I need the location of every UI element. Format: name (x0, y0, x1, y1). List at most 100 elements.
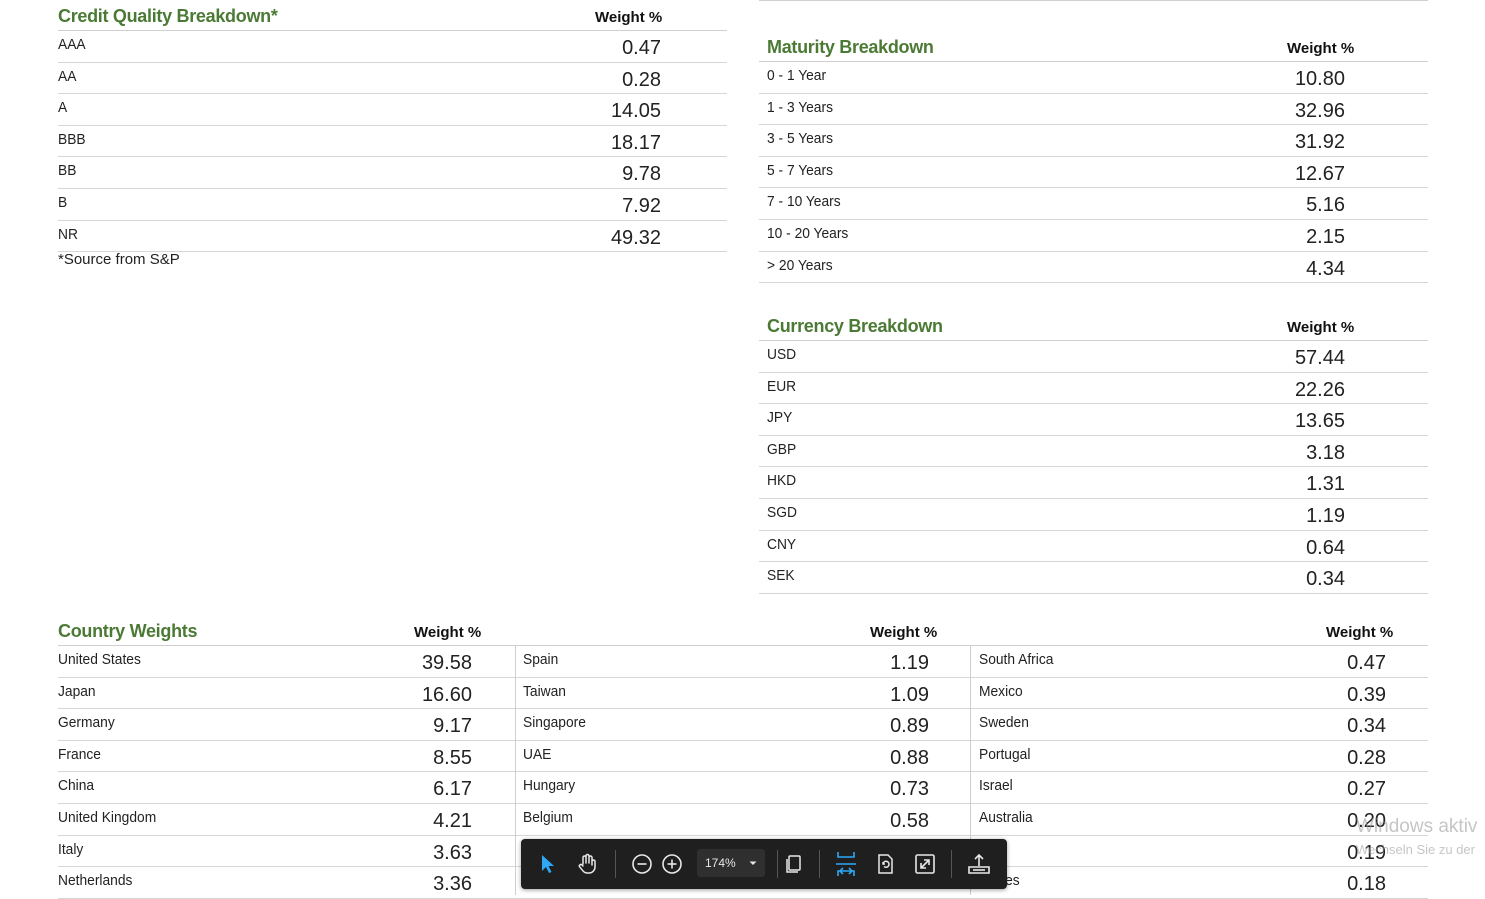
page-copy-icon[interactable] (778, 849, 808, 879)
select-cursor-icon[interactable] (533, 849, 563, 879)
row-value: 7.92 (622, 194, 661, 217)
row-value: 0.34 (1347, 715, 1386, 738)
row-value: 0.39 (1347, 683, 1386, 706)
weight-header: Weight % (1287, 40, 1355, 57)
row-label: AA (58, 67, 77, 85)
export-tray-icon[interactable] (964, 849, 994, 879)
table-row: United Kingdom 4.21 (58, 804, 515, 836)
row-label: B (58, 193, 68, 211)
row-label: Germany (58, 714, 115, 732)
table-row: Taiwan 1.09 (515, 678, 971, 710)
rotate-page-icon[interactable] (870, 849, 900, 879)
table-row: China 6.17 (58, 772, 515, 804)
row-label: 7 - 10 Years (767, 193, 841, 211)
zoom-in-icon[interactable] (657, 849, 687, 879)
row-value: 14.05 (610, 100, 661, 123)
weight-header: Weight % (870, 624, 938, 641)
row-value: 4.21 (433, 809, 472, 832)
row-value: 9.78 (622, 163, 661, 186)
row-value: 13.65 (1294, 410, 1345, 433)
toolbar-divider (819, 850, 820, 878)
row-value: 49.32 (610, 226, 661, 249)
table-row: USD 57.44 (759, 341, 1428, 373)
row-label: Italy (58, 840, 84, 858)
row-value: 2.15 (1306, 225, 1345, 248)
row-value: 1.09 (890, 683, 929, 706)
table-row: Singapore 0.89 (515, 709, 971, 741)
row-value: 12.67 (1294, 162, 1345, 185)
table-row: EUR 22.26 (759, 373, 1428, 405)
pdf-viewer-toolbar: 174% (521, 839, 1007, 889)
row-label: > 20 Years (767, 256, 833, 274)
top-divider (759, 0, 1428, 1)
row-label: EUR (767, 377, 797, 395)
table-row: 3 - 5 Years 31.92 (759, 125, 1428, 157)
row-value: 4.34 (1306, 257, 1345, 280)
credit-quality-table: Credit Quality Breakdown* Weight % AAA 0.… (58, 0, 727, 253)
table-row: AA 0.28 (58, 63, 727, 95)
row-value: 0.47 (622, 37, 661, 59)
table-row: GBP 3.18 (759, 436, 1428, 468)
row-label: Taiwan (523, 682, 566, 700)
table-header: Maturity Breakdown Weight % (759, 31, 1428, 62)
row-value: 39.58 (421, 652, 472, 674)
table-row: 10 - 20 Years 2.15 (759, 220, 1428, 252)
row-label: France (58, 745, 101, 763)
fit-width-icon[interactable] (831, 849, 861, 879)
row-value: 0.47 (1347, 652, 1386, 674)
currency-table: Currency Breakdown Weight % USD 57.44 EUR 2… (759, 310, 1428, 594)
table-row: Netherlands 3.36 (58, 867, 515, 899)
row-value: 16.60 (421, 683, 472, 706)
table-row: Germany 9.17 (58, 709, 515, 741)
table-row: United States 39.58 (58, 646, 515, 678)
column-header: Weight % (515, 615, 971, 646)
table-row: 7 - 10 Years 5.16 (759, 188, 1428, 220)
table-row: 1 - 3 Years 32.96 (759, 94, 1428, 126)
row-label: Netherlands (58, 872, 133, 890)
table-row: AAA 0.47 (58, 31, 727, 63)
windows-activation-subtext: Wechseln Sie zu der (1356, 842, 1475, 857)
zoom-level-dropdown[interactable]: 174% (697, 849, 765, 877)
column-header: Weight % (971, 615, 1428, 646)
table-row: Japan 16.60 (58, 678, 515, 710)
row-label: United States (58, 651, 141, 668)
country-column-1: Weight % United States 39.58 Japan 16.60 Ger… (58, 615, 515, 899)
row-value: 3.36 (433, 873, 472, 896)
maturity-table: Maturity Breakdown Weight % 0 - 1 Year 10… (759, 31, 1428, 284)
row-label: SEK (767, 567, 795, 585)
row-value: 32.96 (1294, 99, 1345, 122)
table-row: BBB 18.17 (58, 126, 727, 158)
row-label: BBB (58, 130, 86, 148)
row-label: South Africa (979, 651, 1054, 668)
row-value: 18.17 (610, 131, 661, 154)
row-value: 0.18 (1347, 873, 1386, 896)
zoom-level-value: 174% (705, 856, 736, 870)
row-value: 0.58 (890, 809, 929, 832)
row-value: 0.34 (1306, 568, 1345, 591)
zoom-out-icon[interactable] (627, 849, 657, 879)
row-value: 10.80 (1294, 68, 1345, 90)
table-row: Mexico 0.39 (971, 678, 1428, 710)
row-label: Sweden (979, 714, 1029, 732)
row-label: Mexico (979, 682, 1023, 700)
table-row: NR 49.32 (58, 221, 727, 253)
row-value: 3.63 (433, 841, 472, 864)
table-row: CNY 0.64 (759, 531, 1428, 563)
row-value: 8.55 (433, 746, 472, 769)
table-row: Belgium 0.58 (515, 804, 971, 836)
row-label: 5 - 7 Years (767, 161, 833, 179)
row-label: Hungary (523, 777, 576, 795)
table-row: A 14.05 (58, 94, 727, 126)
column-divider (515, 645, 516, 895)
row-label: A (58, 99, 68, 117)
hand-pan-icon[interactable] (572, 849, 602, 879)
row-value: 5.16 (1306, 194, 1345, 217)
table-header: Credit Quality Breakdown* Weight % (58, 0, 727, 31)
table-row: France 8.55 (58, 741, 515, 773)
row-value: 0.64 (1306, 536, 1345, 559)
table-row: 0 - 1 Year 10.80 (759, 62, 1428, 94)
table-row: SGD 1.19 (759, 499, 1428, 531)
row-label: CNY (767, 535, 797, 553)
fullscreen-icon[interactable] (910, 849, 940, 879)
table-row: Hungary 0.73 (515, 772, 971, 804)
